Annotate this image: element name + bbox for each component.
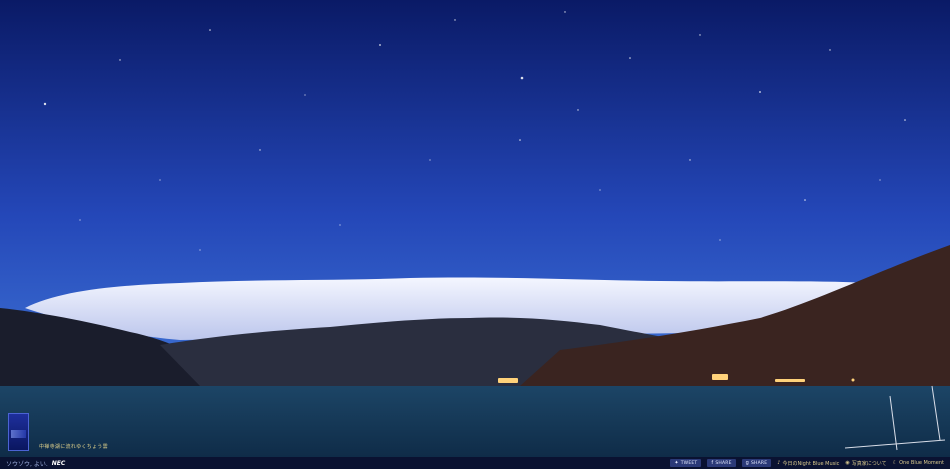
thumbnail-art (11, 430, 26, 438)
facebook-icon: f (711, 459, 714, 466)
twitter-icon: ✦ (674, 459, 679, 466)
photographer-link[interactable]: ◉ 写真家について (845, 460, 886, 467)
footer-branding: ソウゾウ, よい. NEC (6, 457, 65, 469)
music-note-icon: ♪ (777, 460, 781, 466)
google-plus-share-button[interactable]: g SHARE (741, 459, 772, 467)
footer-actions: ✦ TWEET f SHARE g SHARE ♪ 今日のNight Blue … (670, 457, 944, 469)
one-blue-moment-link[interactable]: ☾ One Blue Moment (893, 460, 944, 466)
night-blue-music-link[interactable]: ♪ 今日のNight Blue Music (777, 460, 839, 467)
photographer-label: 写真家について (851, 460, 887, 467)
tweet-label: TWEET (680, 460, 698, 466)
nec-logo[interactable]: NEC (52, 460, 66, 467)
night-lake-photo (0, 0, 950, 457)
photo-caption: 中禅寺湖に流れゆくちょう雲 (39, 444, 108, 450)
tweet-button[interactable]: ✦ TWEET (670, 459, 702, 467)
one-blue-moment-label: One Blue Moment (899, 460, 944, 466)
google-plus-icon: g (745, 459, 749, 466)
footer-tagline: ソウゾウ, よい. (6, 460, 48, 468)
facebook-share-button[interactable]: f SHARE (707, 459, 736, 467)
camera-icon: ◉ (845, 460, 850, 466)
google-plus-share-label: SHARE (751, 460, 768, 466)
night-blue-music-label: 今日のNight Blue Music (782, 460, 840, 467)
music-album-thumbnail[interactable] (8, 413, 29, 451)
facebook-share-label: SHARE (715, 460, 732, 466)
footer-bar: ソウゾウ, よい. NEC ✦ TWEET f SHARE g SHARE ♪ … (0, 457, 950, 469)
moon-icon: ☾ (892, 460, 898, 466)
